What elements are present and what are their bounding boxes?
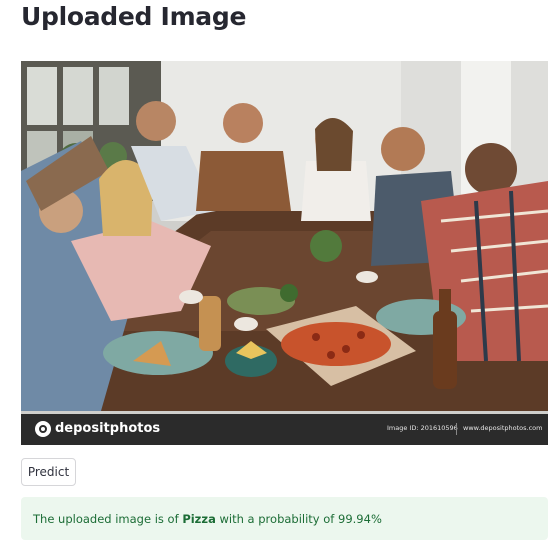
watermark-site-text: www.depositphotos.com — [463, 424, 543, 432]
prediction-result-alert: The uploaded image is of Pizza with a pr… — [21, 497, 548, 540]
watermark-divider — [456, 423, 457, 435]
dinner-party-photo — [21, 61, 548, 445]
depositphotos-logo-icon — [35, 421, 51, 437]
watermark-brand: depositphotos — [35, 420, 160, 438]
result-probability: 99.94% — [338, 511, 382, 526]
image-id-text: Image ID: 201610596 — [387, 424, 458, 432]
watermark-footer: depositphotos Image ID: 201610596 www.de… — [21, 414, 548, 445]
page-title: Uploaded Image — [21, 2, 247, 31]
result-label: Pizza — [182, 511, 216, 526]
uploaded-image: depositphotos Image ID: 201610596 www.de… — [21, 61, 548, 445]
predict-button[interactable]: Predict — [21, 458, 76, 486]
watermark-brand-text: depositphotos — [55, 421, 161, 436]
result-middle: with a probability of — [215, 511, 339, 526]
result-prefix: The uploaded image is of — [33, 511, 183, 526]
